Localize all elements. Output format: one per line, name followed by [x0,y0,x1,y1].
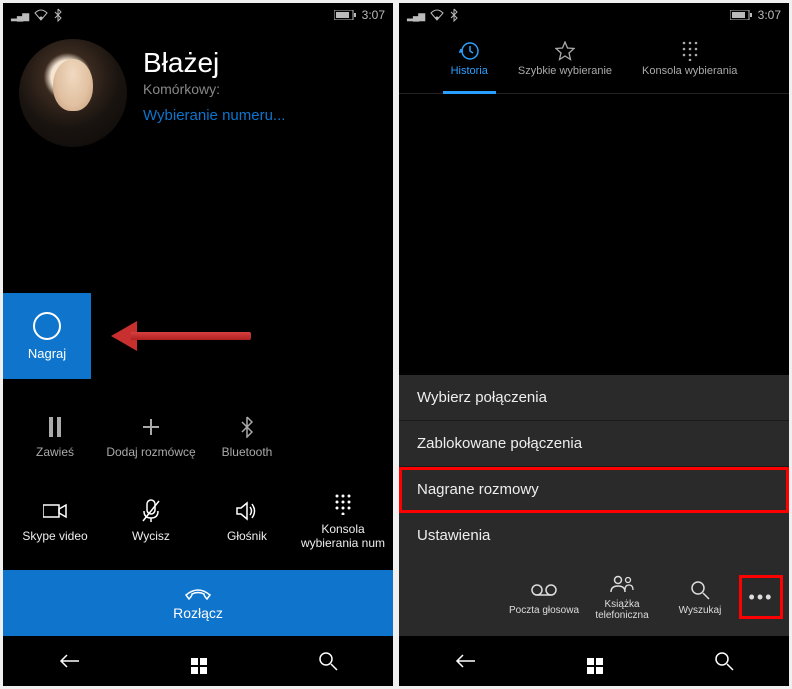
video-icon [43,499,67,523]
caller-name: Błażej [143,47,377,79]
hangup-button[interactable]: Rozłącz [3,570,393,636]
caller-avatar[interactable] [19,39,127,147]
more-icon: ••• [749,587,774,608]
record-icon [33,312,61,340]
bluetooth-icon [54,8,62,22]
nav-bar [399,636,789,686]
dialpad-button[interactable]: Konsola wybierania num [295,479,391,563]
bluetooth-icon [450,8,458,22]
signal-icon [11,8,28,22]
search-nav-button[interactable] [714,651,734,671]
mute-icon [142,499,160,523]
skype-video-button[interactable]: Skype video [7,479,103,563]
contacts-icon [610,573,634,595]
voicemail-icon [531,579,557,601]
tab-speed-dial[interactable]: Szybkie wybieranie [512,37,618,85]
wifi-icon [430,9,444,21]
phone-app-screen: 3:07 Historia Szybkie wybieranie [399,3,789,686]
signal-icon [407,8,424,22]
call-status: Wybieranie numeru... [143,107,377,124]
search-button[interactable]: Wyszukaj [661,579,739,616]
status-bar: 3:07 [3,3,393,27]
speaker-button[interactable]: Głośnik [199,479,295,563]
record-label: Nagraj [28,346,66,361]
search-icon [690,579,710,601]
back-button[interactable] [454,653,476,669]
call-type: Komórkowy: [143,81,377,97]
clock: 3:07 [362,8,385,22]
hangup-label: Rozłącz [173,605,223,621]
battery-icon [334,10,356,20]
record-button[interactable]: Nagraj [3,293,91,379]
more-menu: Wybierz połączenia Zablokowane połączeni… [399,375,789,558]
call-header: Błażej Komórkowy: Wybieranie numeru... [3,27,393,147]
home-button[interactable] [191,649,207,674]
battery-icon [730,10,752,20]
dialpad-icon [682,41,698,61]
bluetooth-button[interactable]: Bluetooth [199,395,295,479]
search-nav-button[interactable] [318,651,338,671]
tab-history[interactable]: Historia [445,37,494,85]
pause-icon [47,415,63,439]
dialpad-icon [334,492,352,516]
menu-settings[interactable]: Ustawienia [399,513,789,558]
hangup-icon [184,585,212,601]
star-icon [555,41,575,61]
phonebook-button[interactable]: Książka telefoniczna [583,573,661,621]
wifi-icon [34,9,48,21]
tabs: Historia Szybkie wybieranie Konsola wybi… [399,27,789,94]
annotation-arrow [111,321,251,351]
status-bar: 3:07 [399,3,789,27]
speaker-icon [236,499,258,523]
voicemail-button[interactable]: Poczta głosowa [505,579,583,616]
menu-blocked-calls[interactable]: Zablokowane połączenia [399,421,789,467]
back-button[interactable] [58,653,80,669]
home-button[interactable] [587,649,603,674]
bluetooth-icon [241,415,253,439]
nav-bar [3,636,393,686]
plus-icon [141,415,161,439]
mute-button[interactable]: Wycisz [103,479,199,563]
bottom-actions: Poczta głosowa Książka telefoniczna Wysz… [399,558,789,636]
clock: 3:07 [758,8,781,22]
menu-recorded-calls[interactable]: Nagrane rozmowy [399,467,789,513]
add-caller-button[interactable]: Dodaj rozmówcę [103,395,199,479]
hold-button[interactable]: Zawieś [7,395,103,479]
history-icon [459,41,479,61]
more-button[interactable]: ••• [739,575,783,619]
tab-dialpad[interactable]: Konsola wybierania [636,37,743,85]
menu-select-calls[interactable]: Wybierz połączenia [399,375,789,421]
call-screen: 3:07 Błażej Komórkowy: Wybieranie numeru… [3,3,393,686]
